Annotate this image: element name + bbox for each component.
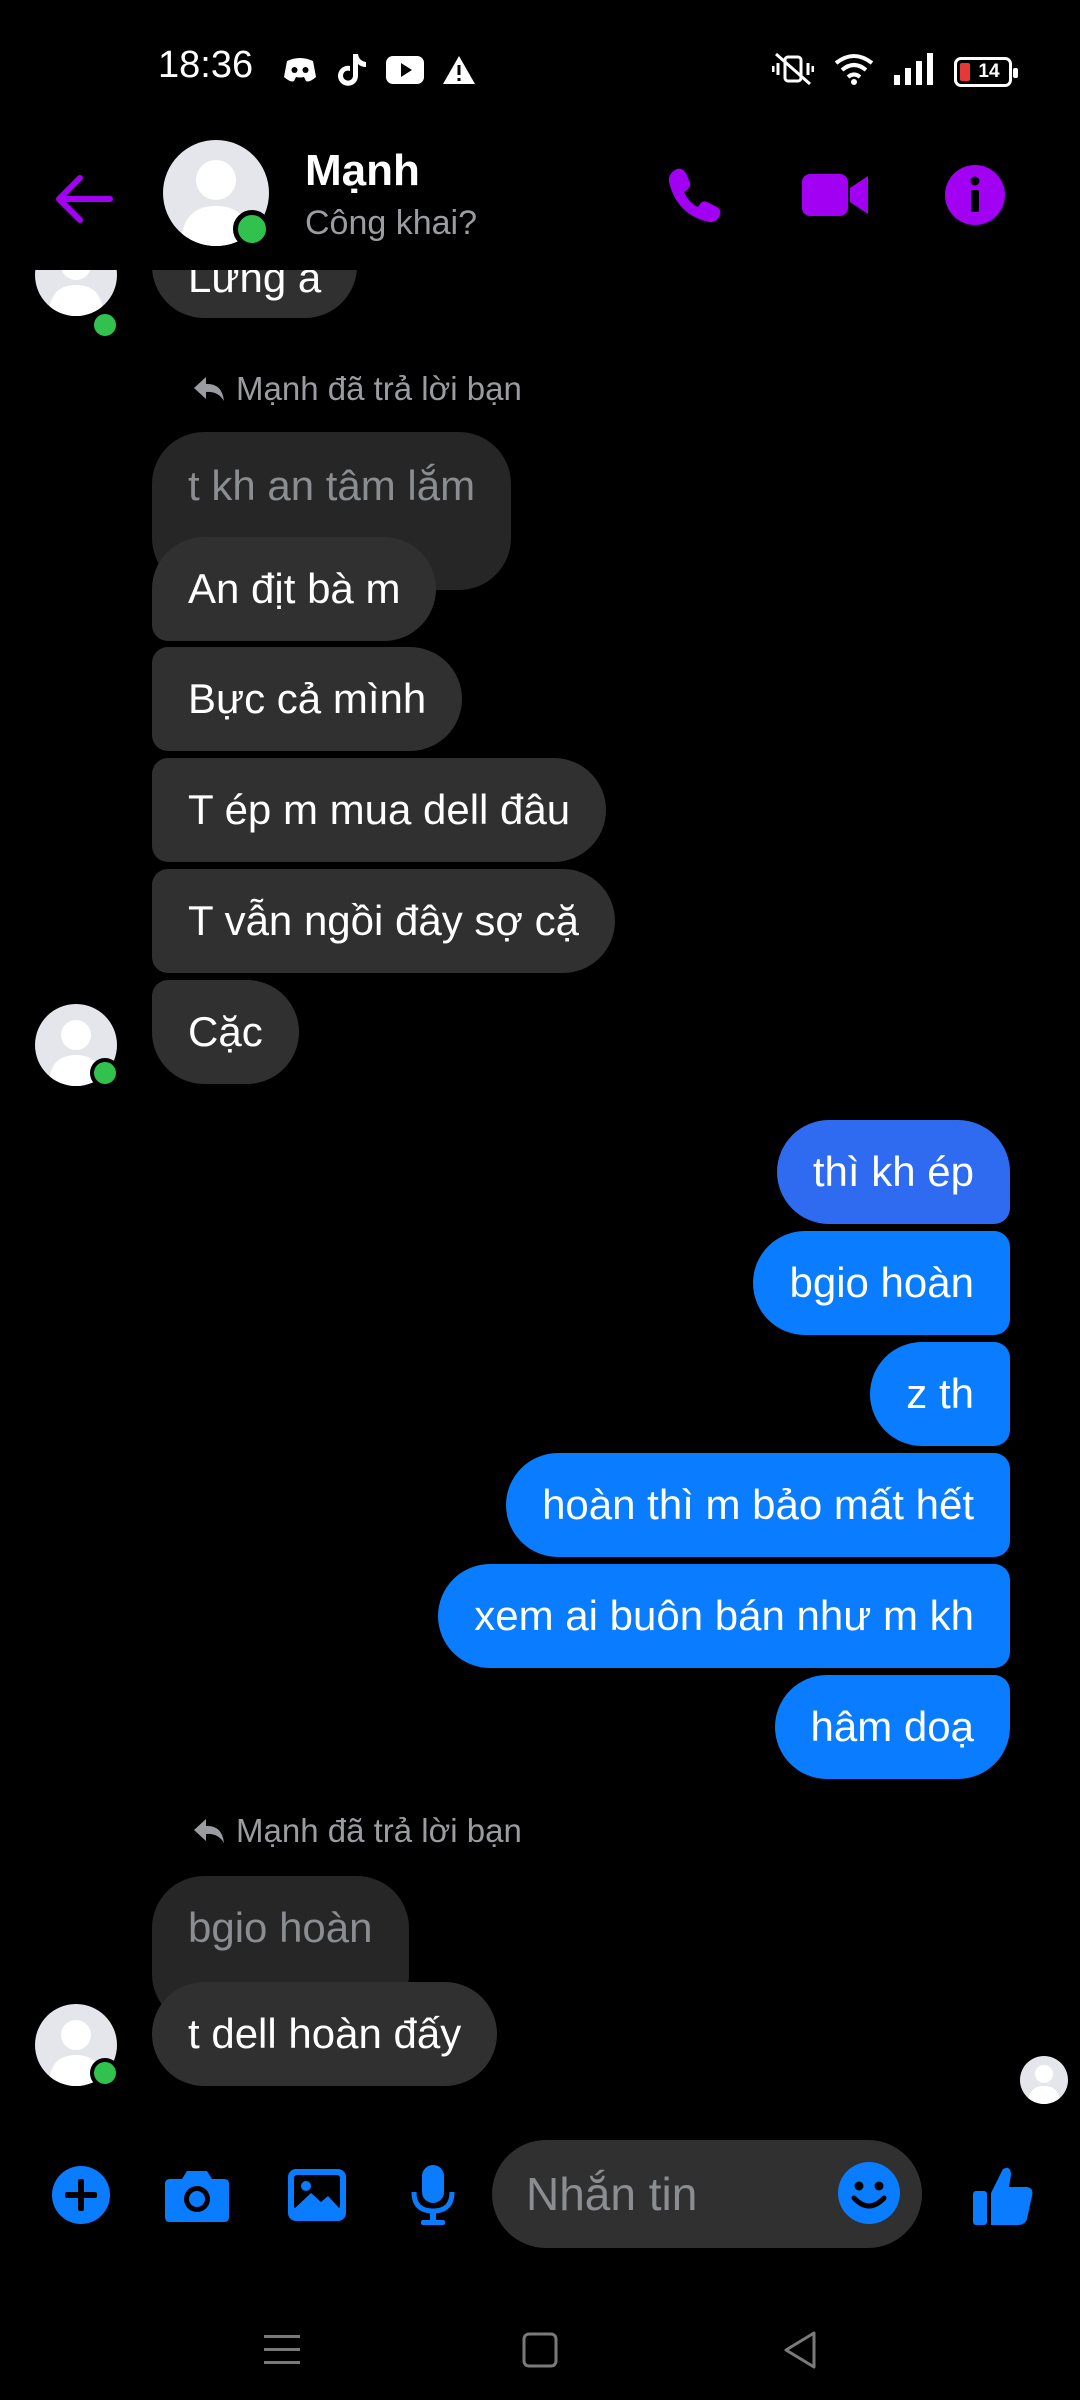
- system-icons: 14: [771, 52, 1018, 91]
- back-triangle-icon: [784, 2331, 816, 2369]
- menu-nav-button[interactable]: [252, 2320, 312, 2380]
- reply-arrow-icon: [194, 377, 224, 401]
- info-icon: [945, 165, 1005, 225]
- like-button[interactable]: [968, 2160, 1038, 2230]
- mic-icon: [411, 2165, 455, 2225]
- battery-level: 14: [978, 60, 1000, 82]
- home-nav-button[interactable]: [510, 2320, 570, 2380]
- warning-icon: [442, 55, 476, 90]
- gallery-icon: [288, 2169, 346, 2221]
- status-time: 18:36: [158, 44, 254, 86]
- emoji-icon: [838, 2162, 900, 2224]
- outgoing-message[interactable]: xem ai buôn bán như m kh: [438, 1564, 1010, 1668]
- reply-note-text: Mạnh đã trả lời bạn: [236, 370, 522, 407]
- reply-note: Mạnh đã trả lời bạn: [192, 370, 522, 408]
- outgoing-message[interactable]: hoàn thì m bảo mất hết: [506, 1453, 1010, 1557]
- message-list[interactable]: Lừng à Mạnh đã trả lời bạn t kh an tâm l…: [0, 240, 1080, 2120]
- wifi-icon: [834, 53, 874, 90]
- online-indicator: [90, 1058, 120, 1088]
- message-input[interactable]: [526, 2164, 826, 2224]
- incoming-message[interactable]: T ép m mua dell đâu: [152, 758, 607, 862]
- contact-name[interactable]: Mạnh: [305, 146, 420, 196]
- tiktok-icon: [336, 52, 368, 93]
- discord-icon: [282, 55, 318, 90]
- reply-arrow-icon: [194, 1819, 224, 1843]
- gallery-button[interactable]: [282, 2160, 352, 2230]
- battery-icon: 14: [954, 56, 1018, 87]
- mute-vibrate-icon: [771, 52, 815, 91]
- incoming-message[interactable]: Bực cả mình: [152, 647, 463, 751]
- menu-icon: [264, 2335, 300, 2364]
- incoming-message[interactable]: t dell hoàn đấy: [152, 1982, 498, 2086]
- emoji-button[interactable]: [836, 2160, 902, 2226]
- outgoing-message[interactable]: thì kh ép: [776, 1120, 1010, 1224]
- outgoing-message[interactable]: hâm doạ: [774, 1675, 1010, 1779]
- video-icon: [802, 174, 868, 216]
- online-indicator: [233, 210, 271, 248]
- message-input-container[interactable]: [492, 2140, 922, 2248]
- read-receipt-avatar: [1020, 2056, 1068, 2104]
- add-button[interactable]: [46, 2160, 116, 2230]
- online-indicator: [90, 310, 120, 340]
- back-arrow-icon: [56, 175, 113, 223]
- video-call-button[interactable]: [800, 160, 870, 230]
- contact-status: Công khai?: [305, 204, 478, 242]
- notification-icons: [282, 52, 476, 93]
- back-button[interactable]: [50, 164, 120, 234]
- youtube-icon: [386, 56, 424, 89]
- outgoing-message[interactable]: bgio hoàn: [753, 1231, 1010, 1335]
- reply-note: Mạnh đã trả lời bạn: [192, 1812, 522, 1850]
- add-icon: [52, 2166, 110, 2224]
- online-indicator: [90, 2058, 120, 2088]
- system-nav-bar: [0, 2290, 1080, 2400]
- chat-header: Mạnh Công khai?: [0, 140, 1080, 270]
- incoming-message[interactable]: Cặc: [152, 980, 299, 1084]
- home-square-icon: [522, 2332, 558, 2368]
- camera-button[interactable]: [162, 2160, 232, 2230]
- phone-icon: [668, 168, 721, 223]
- incoming-message[interactable]: An địt bà m: [152, 537, 437, 641]
- camera-icon: [165, 2171, 229, 2222]
- composer-bar: [0, 2140, 1080, 2250]
- voice-button[interactable]: [398, 2160, 468, 2230]
- signal-icon: [894, 53, 934, 90]
- status-bar: 18:36 14: [0, 0, 1080, 140]
- reply-note-text: Mạnh đã trả lời bạn: [236, 1812, 522, 1849]
- like-icon: [973, 2167, 1033, 2225]
- back-nav-button[interactable]: [770, 2320, 830, 2380]
- outgoing-message[interactable]: z th: [870, 1342, 1010, 1446]
- incoming-message[interactable]: T vẫn ngồi đây sợ cặ: [152, 869, 615, 973]
- info-button[interactable]: [940, 160, 1010, 230]
- call-button[interactable]: [660, 160, 730, 230]
